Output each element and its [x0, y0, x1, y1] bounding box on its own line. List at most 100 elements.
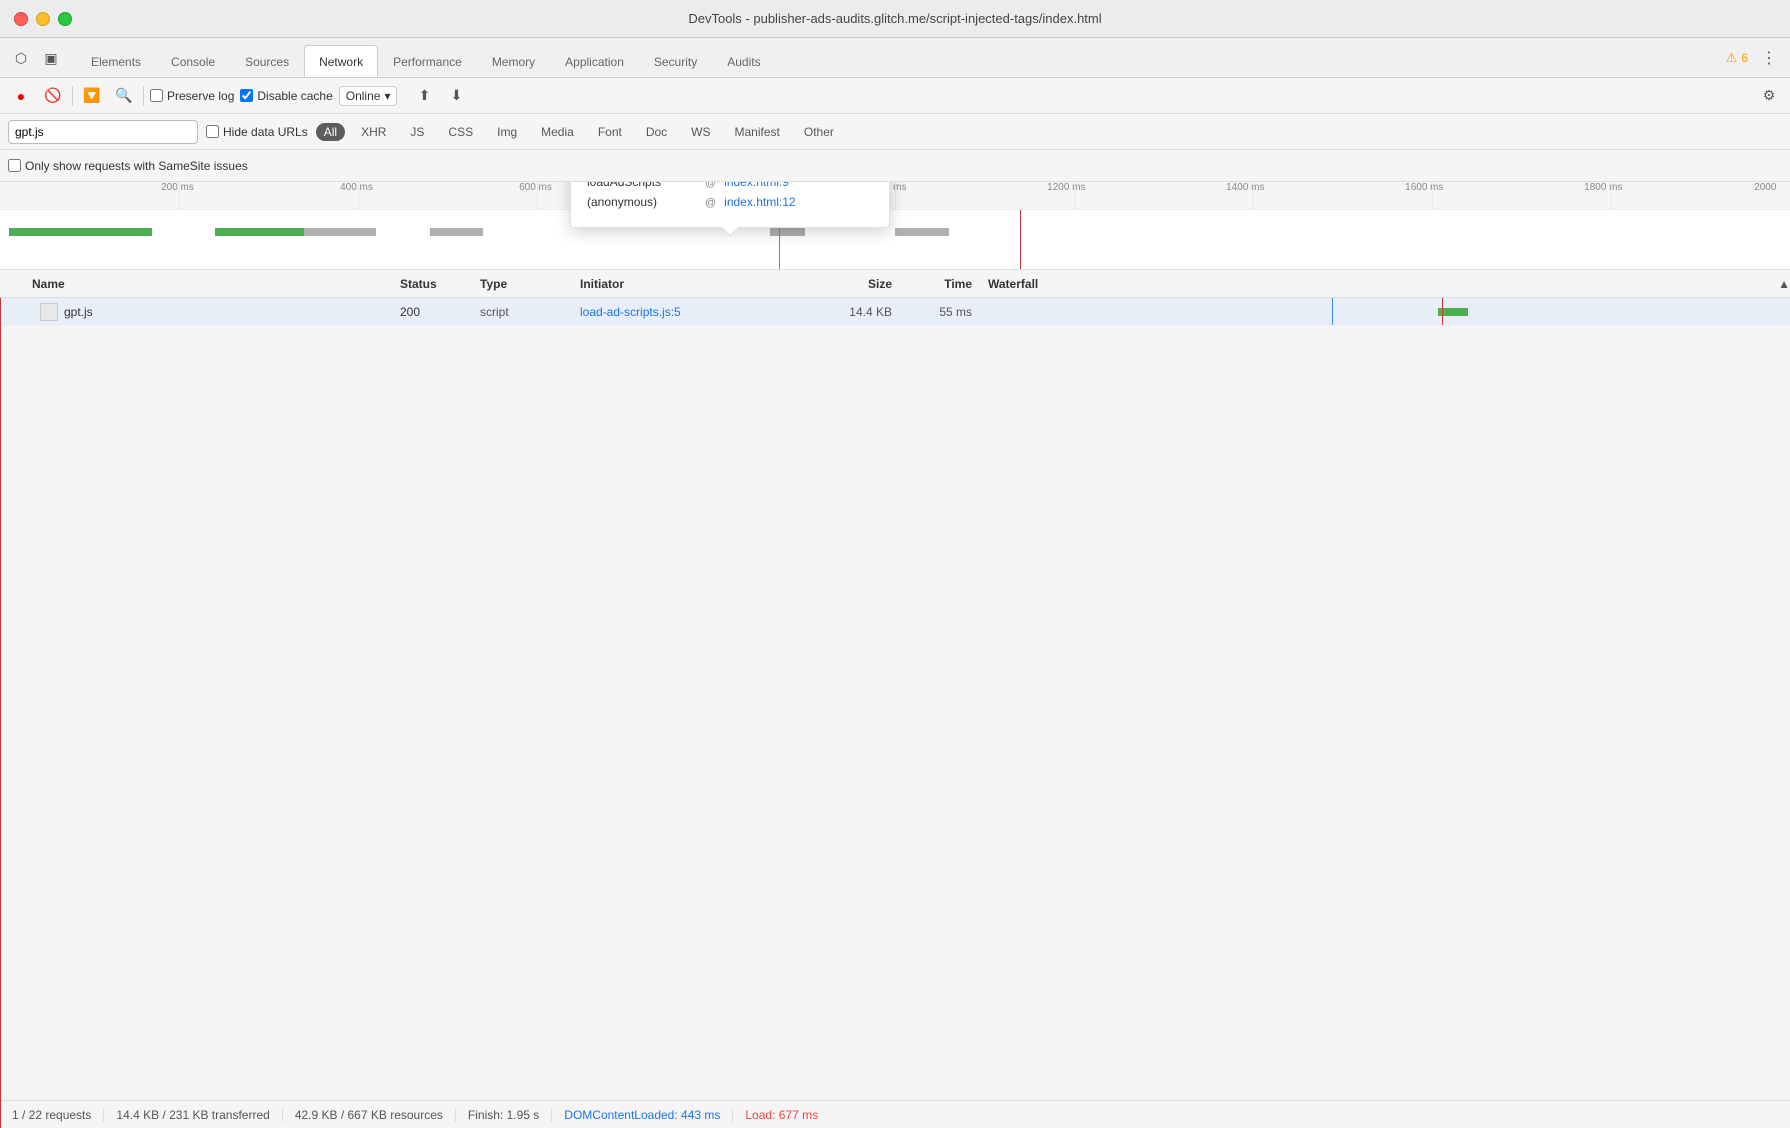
warning-count: 6	[1741, 51, 1748, 65]
row-type: script	[480, 305, 580, 319]
preserve-log-checkbox[interactable]	[150, 89, 163, 102]
tick-1200ms: 1200 ms	[1047, 182, 1085, 193]
row-status: 200	[400, 305, 480, 319]
close-button[interactable]	[14, 12, 28, 26]
stack-link-3[interactable]: index.html:12	[724, 195, 795, 209]
row-name-cell: gpt.js	[0, 303, 400, 321]
wf-dom-line	[1332, 298, 1333, 325]
filter-font-button[interactable]: Font	[590, 123, 630, 141]
tick-1800ms: 1800 ms	[1584, 182, 1622, 193]
sort-arrow-icon: ▲	[1778, 277, 1790, 291]
col-header-waterfall[interactable]: Waterfall ▲	[980, 277, 1790, 291]
status-transferred: 14.4 KB / 231 KB transferred	[104, 1108, 282, 1122]
samesite-checkbox[interactable]	[8, 159, 21, 172]
filter-img-button[interactable]: Img	[489, 123, 525, 141]
col-header-name[interactable]: Name	[0, 277, 400, 291]
disable-cache-checkbox[interactable]	[240, 89, 253, 102]
title-bar: DevTools - publisher-ads-audits.glitch.m…	[0, 0, 1790, 38]
tick-2000: 2000	[1754, 182, 1776, 193]
minimize-button[interactable]	[36, 12, 50, 26]
timeline-area: 200 ms 400 ms 600 ms 800 ms 1000 ms 1200…	[0, 182, 1790, 270]
vline-domcontent-overlay	[0, 298, 1, 1128]
tab-security[interactable]: Security	[639, 45, 712, 77]
table-area: gpt.js 200 script load-ad-scripts.js:5 1…	[0, 298, 1790, 1128]
filter-doc-button[interactable]: Doc	[638, 123, 675, 141]
filter-manifest-button[interactable]: Manifest	[727, 123, 788, 141]
tab-sources[interactable]: Sources	[230, 45, 304, 77]
col-header-type[interactable]: Type	[480, 277, 580, 291]
import-icon[interactable]: ⬆	[411, 83, 437, 109]
timeline-bar-1	[9, 228, 152, 236]
tab-elements[interactable]: Elements	[76, 45, 156, 77]
tab-memory[interactable]: Memory	[477, 45, 550, 77]
samesite-label[interactable]: Only show requests with SameSite issues	[8, 159, 248, 173]
filter-bar: Hide data URLs All XHR JS CSS Img Media …	[0, 114, 1790, 150]
search-input[interactable]	[8, 120, 198, 144]
device-icon[interactable]: ▣	[38, 45, 64, 71]
stack-at-3: @	[705, 197, 716, 209]
row-time: 55 ms	[900, 305, 980, 319]
search-icon[interactable]: 🔍	[111, 83, 137, 109]
tick-400ms: 400 ms	[340, 182, 373, 193]
more-options-icon[interactable]: ⋮	[1756, 45, 1782, 71]
row-initiator: load-ad-scripts.js:5	[580, 305, 800, 319]
filter-other-button[interactable]: Other	[796, 123, 842, 141]
waterfall-lines-overlay	[0, 298, 1790, 1128]
disable-cache-label[interactable]: Disable cache	[240, 89, 332, 103]
vline-load-overlay	[0, 298, 1, 1128]
row-size: 14.4 KB	[800, 305, 900, 319]
filter-js-button[interactable]: JS	[402, 123, 432, 141]
stack-row-2: loadAdScripts @ index.html:9	[587, 182, 873, 189]
tabs-container: Elements Console Sources Network Perform…	[76, 45, 776, 77]
devtools-icons: ⬡ ▣	[8, 45, 64, 71]
file-icon	[40, 303, 58, 321]
stack-at-2: @	[705, 182, 716, 189]
settings-icon[interactable]: ⚙	[1756, 83, 1782, 109]
timeline-bar-6	[895, 228, 949, 236]
timeline-bar-5	[770, 228, 806, 236]
warning-icon: ⚠	[1726, 50, 1738, 66]
filter-css-button[interactable]: CSS	[440, 123, 481, 141]
tab-network[interactable]: Network	[304, 45, 378, 77]
tab-bar: ⬡ ▣ Elements Console Sources Network Per…	[0, 38, 1790, 78]
hide-data-urls-label[interactable]: Hide data URLs	[206, 125, 308, 139]
network-toolbar: ● 🚫 🔽 🔍 Preserve log Disable cache Onlin…	[0, 78, 1790, 114]
preserve-log-label[interactable]: Preserve log	[150, 89, 234, 103]
col-header-size[interactable]: Size	[800, 277, 900, 291]
initiator-link[interactable]: load-ad-scripts.js:5	[580, 305, 681, 319]
timeline-ticks: 200 ms 400 ms 600 ms 800 ms 1000 ms 1200…	[0, 182, 1790, 210]
inspect-icon[interactable]: ⬡	[8, 45, 34, 71]
tab-console[interactable]: Console	[156, 45, 230, 77]
filter-ws-button[interactable]: WS	[683, 123, 718, 141]
tab-performance[interactable]: Performance	[378, 45, 477, 77]
table-header: Name Status Type Initiator Size Time Wat…	[0, 270, 1790, 298]
wf-load-line	[1442, 298, 1443, 325]
filter-xhr-button[interactable]: XHR	[353, 123, 394, 141]
export-icon[interactable]: ⬇	[443, 83, 469, 109]
col-header-initiator[interactable]: Initiator	[580, 277, 800, 291]
status-requests: 1 / 22 requests	[12, 1108, 104, 1122]
col-header-status[interactable]: Status	[400, 277, 480, 291]
filter-all-button[interactable]: All	[316, 123, 345, 141]
stack-link-2[interactable]: index.html:9	[724, 182, 789, 189]
status-load: Load: 677 ms	[733, 1108, 830, 1122]
stack-fn-3: (anonymous)	[587, 195, 697, 209]
tick-600ms: 600 ms	[519, 182, 552, 193]
hide-data-urls-checkbox[interactable]	[206, 125, 219, 138]
stack-row-3: (anonymous) @ index.html:12	[587, 195, 873, 209]
filter-media-button[interactable]: Media	[533, 123, 582, 141]
window-title: DevTools - publisher-ads-audits.glitch.m…	[688, 11, 1101, 26]
warning-badge[interactable]: ⚠ 6	[1726, 50, 1748, 66]
table-row[interactable]: gpt.js 200 script load-ad-scripts.js:5 1…	[0, 298, 1790, 326]
stack-fn-2: loadAdScripts	[587, 182, 697, 189]
tab-audits[interactable]: Audits	[712, 45, 775, 77]
col-header-time[interactable]: Time	[900, 277, 980, 291]
throttle-select[interactable]: Online ▾	[339, 86, 398, 106]
maximize-button[interactable]	[58, 12, 72, 26]
record-button[interactable]: ●	[8, 83, 34, 109]
status-dom-content-loaded: DOMContentLoaded: 443 ms	[552, 1108, 733, 1122]
tab-application[interactable]: Application	[550, 45, 639, 77]
timeline-bars: loadGpt @ load-ad-scripts.js:5 loadAdScr…	[0, 210, 1790, 270]
filter-icon[interactable]: 🔽	[79, 83, 105, 109]
clear-button[interactable]: 🚫	[40, 83, 66, 109]
